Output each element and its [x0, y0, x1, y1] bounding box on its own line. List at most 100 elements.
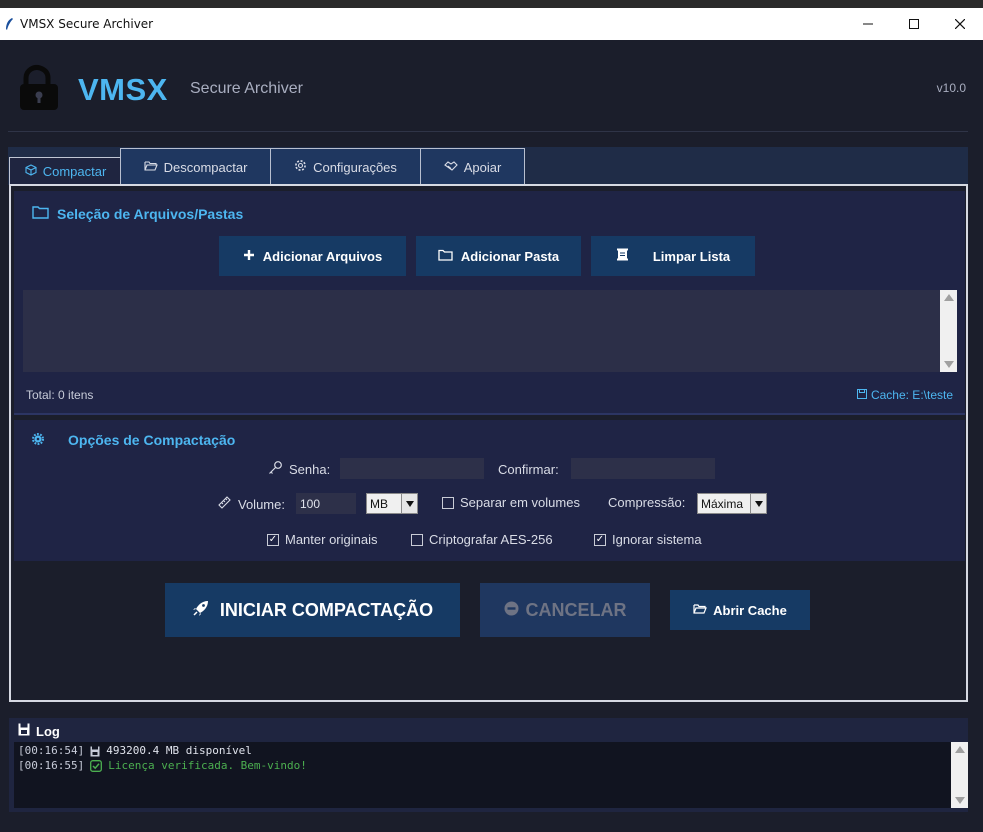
rocket-icon	[192, 599, 210, 622]
confirm-password-field[interactable]	[571, 458, 715, 479]
file-selection-title: Seleção de Arquivos/Pastas	[32, 205, 243, 222]
compression-select[interactable]: Máxima	[697, 493, 767, 514]
maximize-button[interactable]	[891, 8, 937, 40]
compress-panel: Seleção de Arquivos/Pastas Adicionar Arq…	[9, 184, 968, 702]
add-folder-label: Adicionar Pasta	[460, 248, 560, 264]
tab-label: Descompactar	[163, 159, 248, 175]
ignore-system-checkbox[interactable]: ✓ Ignorar sistema	[594, 532, 702, 547]
confirm-label: Confirmar:	[498, 462, 559, 477]
brand-name: VMSX	[78, 72, 168, 107]
cache-path-text: Cache: E:\teste	[870, 388, 953, 402]
log-line: [00:16:54] 493200.4 MB disponível	[18, 745, 964, 760]
tab-compactar[interactable]: Compactar	[9, 157, 122, 186]
cancel-button[interactable]: CANCELAR	[480, 583, 650, 637]
log-scrollbar[interactable]	[951, 742, 968, 808]
add-files-label: Adicionar Arquivos	[262, 248, 383, 264]
scroll-down-icon[interactable]	[955, 797, 965, 804]
log-panel: Log [00:16:54] 493200.4 MB disponível [0…	[9, 718, 968, 812]
minimize-button[interactable]	[845, 8, 891, 40]
gear-icon	[32, 432, 44, 448]
split-volumes-label: Separar em volumes	[460, 495, 580, 510]
app-window: VMSX Secure Archiver v10.0 Compactar Des…	[0, 40, 983, 832]
options-title: Opções de Compactação	[32, 432, 235, 448]
folder-open-icon	[144, 160, 158, 175]
folder-icon	[32, 205, 49, 222]
open-cache-button[interactable]: Abrir Cache	[670, 590, 810, 630]
start-compression-button[interactable]: INICIAR COMPACTAÇÃO	[165, 583, 460, 637]
log-timestamp: [00:16:54]	[18, 744, 85, 757]
app-subtitle: Secure Archiver	[190, 80, 303, 97]
window-title: VMSX Secure Archiver	[20, 17, 154, 31]
scroll-icon	[616, 248, 629, 264]
scroll-up-icon[interactable]	[955, 746, 965, 753]
cache-path: Cache: E:\teste	[856, 388, 953, 402]
volume-unit-value: MB	[370, 496, 388, 511]
log-title-text: Log	[36, 723, 60, 739]
compression-value: Máxima	[701, 496, 744, 511]
keep-originals-checkbox[interactable]: ✓ Manter originais	[267, 532, 378, 547]
folder-icon	[438, 249, 453, 264]
log-message: 493200.4 MB disponível	[106, 744, 252, 757]
clear-list-button[interactable]: Limpar Lista	[591, 236, 755, 276]
plus-icon	[243, 249, 255, 264]
ruler-icon	[217, 495, 232, 513]
password-label-text: Senha:	[289, 461, 331, 477]
file-selection-section: Seleção de Arquivos/Pastas Adicionar Arq…	[14, 191, 965, 415]
volume-unit-select[interactable]: MB	[366, 493, 418, 514]
section-title-text: Seleção de Arquivos/Pastas	[57, 205, 244, 222]
ignore-system-check[interactable]: ✓	[594, 533, 606, 546]
floppy-icon	[856, 388, 867, 402]
tab-descompactar[interactable]: Descompactar	[120, 148, 271, 185]
file-list-scrollbar[interactable]	[940, 290, 957, 372]
compression-label: Compressão:	[608, 495, 686, 510]
gear-icon	[294, 159, 307, 175]
volume-label: Volume:	[217, 495, 285, 513]
lock-icon	[16, 64, 60, 112]
log-timestamp: [00:16:55]	[18, 759, 85, 772]
folder-open-icon	[693, 603, 708, 618]
check-icon	[90, 760, 103, 775]
feather-icon	[0, 14, 18, 34]
add-files-button[interactable]: Adicionar Arquivos	[219, 236, 406, 276]
encrypt-aes-checkbox[interactable]: Criptografar AES-256	[411, 532, 553, 547]
password-label: Senha:	[268, 460, 330, 478]
tab-label: Configurações	[313, 159, 397, 175]
encrypt-aes-label: Criptografar AES-256	[429, 532, 553, 547]
log-message: Licença verificada. Bem-vindo!	[108, 759, 307, 772]
clear-list-label: Limpar Lista	[652, 248, 731, 264]
open-cache-label: Abrir Cache	[713, 602, 787, 618]
chevron-down-icon[interactable]	[401, 494, 417, 513]
version-label: v10.0	[936, 81, 966, 95]
log-title: Log	[18, 723, 60, 739]
chevron-down-icon[interactable]	[750, 494, 766, 513]
split-volumes-checkbox[interactable]: Separar em volumes	[442, 495, 580, 510]
scroll-down-icon[interactable]	[944, 361, 954, 368]
log-line: [00:16:55] Licença verificada. Bem-vindo…	[18, 760, 964, 775]
encrypt-aes-check[interactable]	[411, 533, 423, 546]
tab-bar: Compactar Descompactar Configurações Apo…	[8, 147, 968, 186]
split-volumes-check[interactable]	[442, 496, 454, 509]
cancel-label: CANCELAR	[525, 599, 627, 620]
log-output[interactable]: [00:16:54] 493200.4 MB disponível [00:16…	[14, 742, 968, 808]
compression-options-section: Opções de Compactação Senha: Confirmar: …	[14, 420, 965, 561]
total-items: Total: 0 itens	[26, 388, 94, 402]
tab-configuracoes[interactable]: Configurações	[270, 148, 421, 185]
section-title-text: Opções de Compactação	[68, 432, 236, 448]
keep-originals-label: Manter originais	[285, 532, 378, 547]
tab-label: Apoiar	[463, 159, 502, 175]
tab-apoiar[interactable]: Apoiar	[420, 148, 525, 185]
volume-label-text: Volume:	[238, 496, 285, 512]
window-controls	[845, 8, 983, 40]
key-icon	[268, 460, 283, 478]
password-field[interactable]	[340, 458, 484, 479]
scroll-up-icon[interactable]	[944, 294, 954, 301]
floppy-icon	[90, 745, 100, 760]
keep-originals-check[interactable]: ✓	[267, 533, 279, 546]
file-list[interactable]	[23, 290, 957, 372]
close-button[interactable]	[937, 8, 983, 40]
floppy-icon	[18, 723, 30, 739]
add-folder-button[interactable]: Adicionar Pasta	[416, 236, 581, 276]
volume-size-input[interactable]: 100	[296, 493, 356, 514]
title-bar: VMSX Secure Archiver	[0, 0, 983, 40]
start-compression-label: INICIAR COMPACTAÇÃO	[219, 599, 434, 620]
